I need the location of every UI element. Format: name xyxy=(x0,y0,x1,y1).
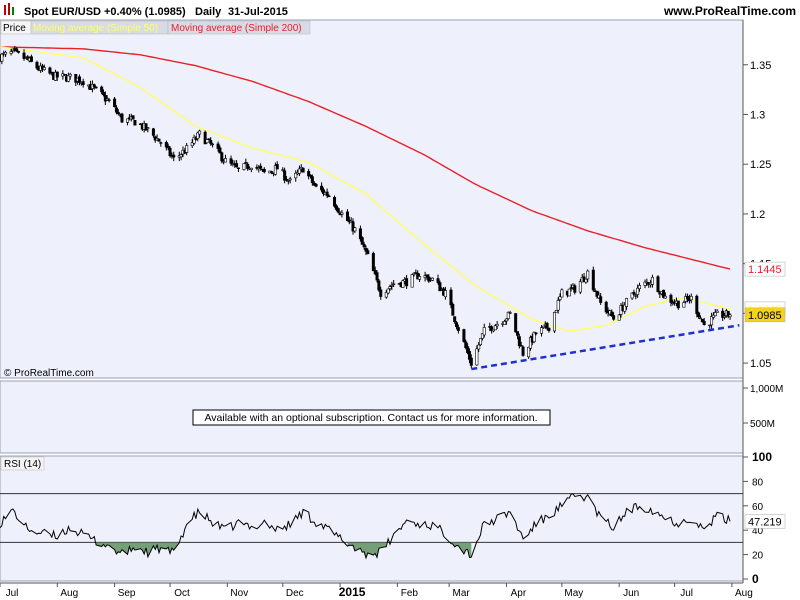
candle[interactable] xyxy=(410,273,414,288)
price-tick-label: 1.35 xyxy=(750,60,771,72)
legend: Price Moving average (Simple 50) Moving … xyxy=(0,20,311,35)
rsi-tick-label: 100 xyxy=(752,450,772,464)
x-tick-label: Oct xyxy=(174,588,190,599)
candle[interactable] xyxy=(560,288,564,298)
rsi-label: RSI (14) xyxy=(4,459,41,470)
price-tag: 1.0985 xyxy=(744,307,786,323)
rsi-tick-label: 60 xyxy=(752,502,764,513)
candle[interactable] xyxy=(371,251,375,272)
x-tick-label: May xyxy=(564,588,583,599)
candle[interactable] xyxy=(591,266,595,292)
candle[interactable] xyxy=(430,277,434,282)
price-tag: 1.1445 xyxy=(744,261,786,277)
price-tag-label: 1.0985 xyxy=(748,310,782,322)
volume-tick-label: 1,000M xyxy=(750,384,783,395)
candle[interactable] xyxy=(521,345,525,357)
x-tick-label: Sep xyxy=(118,588,136,599)
header-date: 31-Jul-2015 xyxy=(228,6,288,18)
candle[interactable] xyxy=(242,163,246,171)
candle[interactable] xyxy=(462,328,466,343)
candle[interactable] xyxy=(133,119,137,126)
x-tick-label: Apr xyxy=(511,588,527,599)
candle[interactable] xyxy=(617,314,621,321)
candle[interactable] xyxy=(567,288,571,297)
candle[interactable] xyxy=(120,112,124,124)
x-tick-label: Aug xyxy=(735,588,753,599)
price-tags: 1.14451.10451.0985 xyxy=(744,261,786,323)
candle[interactable] xyxy=(514,313,518,333)
price-tick-label: 1.05 xyxy=(750,358,771,370)
x-tick-label: Jul xyxy=(680,588,693,599)
price-tick-label: 1.25 xyxy=(750,159,771,171)
header-symbol: Spot EUR/USD xyxy=(24,6,101,18)
header-interval: Daily xyxy=(195,6,222,18)
x-tick-label: Dec xyxy=(286,588,304,599)
rsi-last-value: 47.219 xyxy=(748,516,782,528)
candle[interactable] xyxy=(360,236,364,245)
candle[interactable] xyxy=(451,302,455,316)
candle[interactable] xyxy=(131,115,135,120)
x-tick-label: Nov xyxy=(230,588,248,599)
candle[interactable] xyxy=(301,167,305,173)
legend-ma50: Moving average (Simple 50) xyxy=(33,23,158,34)
rsi-tick-label: 20 xyxy=(752,551,764,562)
x-tick-label: Jul xyxy=(6,588,19,599)
watermark: © ProRealTime.com xyxy=(4,368,94,379)
legend-price: Price xyxy=(3,23,26,34)
price-tick-label: 1.3 xyxy=(750,109,765,121)
chart-root: Spot EUR/USD +0.40% (1.0985) Daily 31-Ju… xyxy=(0,0,800,600)
chart-canvas[interactable]: Spot EUR/USD +0.40% (1.0985) Daily 31-Ju… xyxy=(0,0,800,600)
price-tick-label: 1.2 xyxy=(750,209,765,221)
candle[interactable] xyxy=(479,338,483,346)
candle[interactable] xyxy=(552,311,556,333)
legend-ma200: Moving average (Simple 200) xyxy=(171,23,302,34)
x-tick-label: Mar xyxy=(453,588,471,599)
header-change: +0.40% (1.0985) xyxy=(104,6,186,18)
rsi-tick-label: 80 xyxy=(752,477,764,488)
x-axis: Jul Aug Sep Oct Nov Dec 2015 Feb Mar Apr May Jun Jul… xyxy=(0,583,753,599)
x-tick-label: 2015 xyxy=(339,585,366,599)
volume-tick-label: 500M xyxy=(750,419,775,430)
x-tick-label: Feb xyxy=(401,588,419,599)
candle[interactable] xyxy=(656,275,660,293)
header-site: www.ProRealTime.com xyxy=(663,4,796,18)
x-tick-label: Jun xyxy=(623,588,639,599)
volume-axis: 1,000M 500M xyxy=(743,384,783,430)
rsi-panel[interactable] xyxy=(0,455,744,582)
candle[interactable] xyxy=(144,123,148,131)
price-tag-label: 1.1445 xyxy=(748,264,782,276)
volume-notice: Available with an optional subscription.… xyxy=(204,412,537,424)
rsi-tick-label: 0 xyxy=(752,572,759,586)
candle[interactable] xyxy=(157,138,161,142)
price-axis: 1.351.31.251.21.151.11.05 xyxy=(743,60,771,370)
x-tick-label: Aug xyxy=(60,588,78,599)
